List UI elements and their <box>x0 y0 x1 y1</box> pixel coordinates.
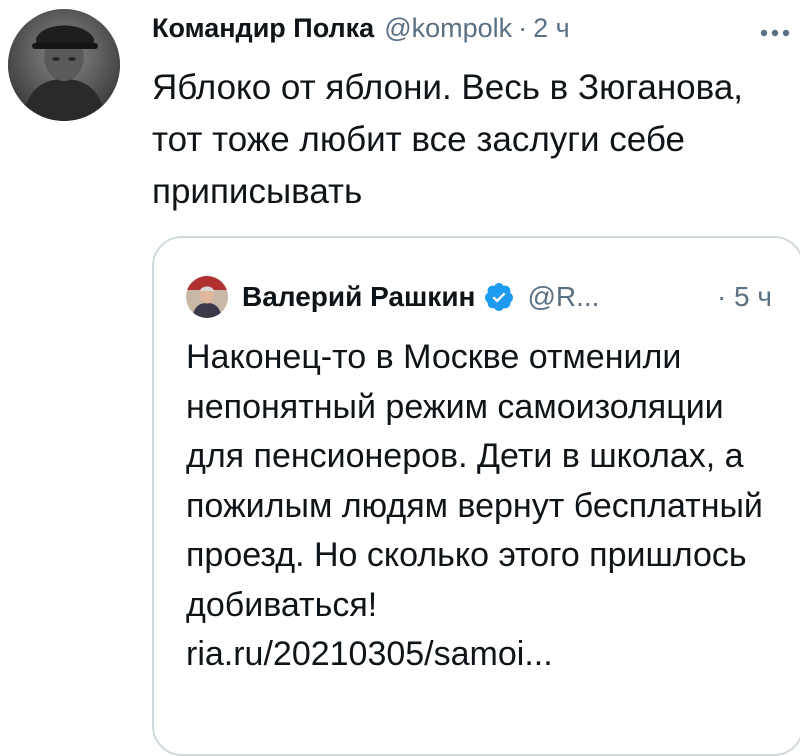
quoted-tweet-header: Валерий Рашкин @R... · 5 ч <box>186 275 772 319</box>
more-icon[interactable] <box>760 12 790 46</box>
quoted-tweet-body: Наконец-то в Москве отменили непонятный … <box>186 338 763 624</box>
quoted-tweet-timestamp[interactable]: · 5 ч <box>717 281 772 313</box>
quoted-tweet-text: Наконец-то в Москве отменили непонятный … <box>186 333 786 680</box>
author-handle[interactable]: @kompolk <box>384 13 512 44</box>
quoted-author-avatar[interactable] <box>186 276 228 318</box>
quoted-tweet-link[interactable]: ria.ru/20210305/samoi... <box>186 635 553 673</box>
quoted-author-name[interactable]: Валерий Рашкин <box>242 281 475 313</box>
quoted-time-value: 5 ч <box>734 281 772 312</box>
separator-dot: · <box>518 12 528 43</box>
tweet-header: Командир Полка @kompolk · 2 ч <box>152 8 790 48</box>
tweet-timestamp[interactable]: 2 ч <box>533 13 570 44</box>
quoted-author-handle[interactable]: @R... <box>527 281 599 313</box>
verified-badge-icon <box>483 281 515 313</box>
author-avatar[interactable] <box>8 9 120 121</box>
separator-dot: · <box>716 281 727 312</box>
author-name[interactable]: Командир Полка <box>152 13 374 44</box>
tweet-text: Яблоко от яблони. Весь в Зюганова, тот т… <box>152 68 744 211</box>
quoted-tweet[interactable]: Валерий Рашкин @R... · 5 ч Наконец-то в … <box>152 236 800 756</box>
